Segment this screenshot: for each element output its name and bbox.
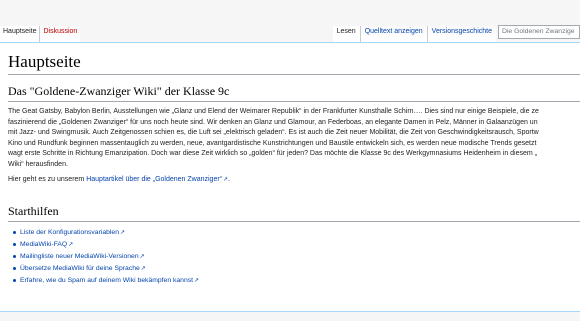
tab-quelltext-anzeigen[interactable]: Quelltext anzeigen xyxy=(359,26,427,42)
main-article-suffix: . xyxy=(228,176,230,183)
link-konfigurationsvariablen[interactable]: Liste der Konfigurationsvariablen xyxy=(20,229,119,236)
section-heading-starthilfen: Starthilfen xyxy=(8,204,580,222)
main-article-line: Hier geht es zu unserem Hauptartikel übe… xyxy=(8,176,580,183)
paragraph-line: Wiki“ herausfinden. xyxy=(8,160,68,168)
list-item: Übersetze MediaWiki für deine Sprache↗ xyxy=(8,263,580,275)
list-item: Mailingliste neuer MediaWiki-Versionen↗ xyxy=(8,251,580,263)
link-spam-bekaempfen[interactable]: Erfahre, wie du Spam auf deinem Wiki bek… xyxy=(20,277,193,284)
paragraph-line: The Geat Gatsby, Babylon Berlin, Ausstel… xyxy=(8,108,539,115)
view-tabs: Lesen Quelltext anzeigen Versionsgeschic… xyxy=(332,26,496,42)
external-link-icon: ↗ xyxy=(120,230,126,236)
paragraph-line: mit Jazz- und Swingmusik. Auch Zeitgenos… xyxy=(8,129,539,136)
external-link-icon: ↗ xyxy=(140,266,146,272)
link-uebersetze-mediawiki[interactable]: Übersetze MediaWiki für deine Sprache xyxy=(20,265,140,272)
intro-paragraph: The Geat Gatsby, Babylon Berlin, Ausstel… xyxy=(8,107,580,170)
top-navigation: Hauptseite Diskussion Lesen Quelltext an… xyxy=(0,0,580,42)
paragraph-line: faszinierend die „Goldenen Zwanziger“ fü… xyxy=(8,118,538,126)
section-heading-wiki: Das "Goldene-Zwanziger Wiki" der Klasse … xyxy=(8,84,580,102)
main-article-link[interactable]: Hauptartikel über die „Goldenen Zwanzige… xyxy=(86,176,222,183)
tab-lesen[interactable]: Lesen xyxy=(332,26,360,42)
list-item: Liste der Konfigurationsvariablen↗ xyxy=(8,227,580,239)
tab-hauptseite[interactable]: Hauptseite xyxy=(0,26,40,42)
link-mediawiki-faq[interactable]: MediaWiki-FAQ xyxy=(20,241,67,248)
external-link-icon: ↗ xyxy=(68,242,74,248)
tab-diskussion[interactable]: Diskussion xyxy=(39,26,81,42)
list-item: Erfahre, wie du Spam auf deinem Wiki bek… xyxy=(8,275,580,287)
paragraph-line: Kino und Rundfunk beginnen massentauglic… xyxy=(8,139,537,147)
tab-versionsgeschichte[interactable]: Versionsgeschichte xyxy=(426,26,496,42)
main-article-prefix: Hier geht es zu unserem xyxy=(8,176,87,183)
external-link-icon: ↗ xyxy=(194,278,200,284)
starthilfen-list: Liste der Konfigurationsvariablen↗ Media… xyxy=(8,227,580,287)
link-mailingliste[interactable]: Mailingliste neuer MediaWiki-Versionen xyxy=(20,253,139,260)
external-link-icon: ↗ xyxy=(139,254,145,260)
page-title: Hauptseite xyxy=(8,52,580,75)
namespace-tabs: Hauptseite Diskussion xyxy=(0,26,81,42)
search-input[interactable]: Die Goldenen Zwanzige xyxy=(498,25,580,39)
paragraph-line: wagt erste Schritte in Richtung Emanzipa… xyxy=(8,150,537,157)
main-content: Hauptseite Das "Goldene-Zwanziger Wiki" … xyxy=(0,42,580,312)
list-item: MediaWiki-FAQ↗ xyxy=(8,239,580,251)
